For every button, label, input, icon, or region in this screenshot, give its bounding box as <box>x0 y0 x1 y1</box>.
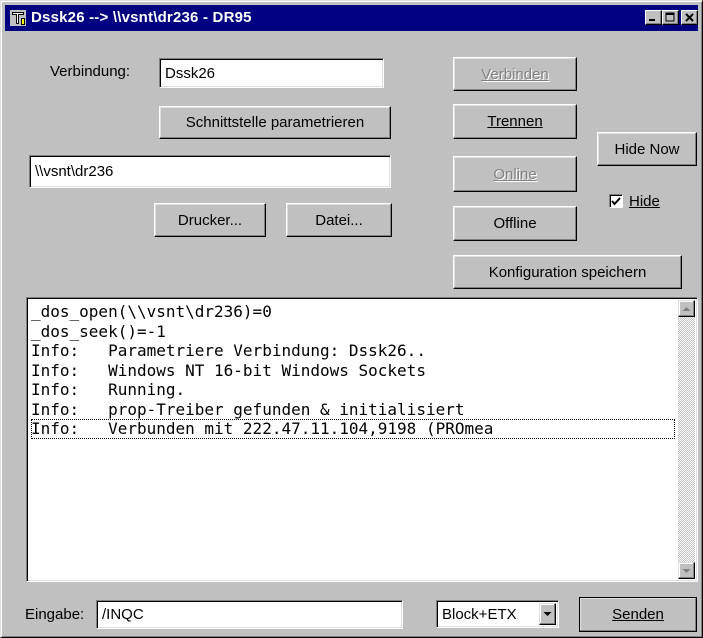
save-configuration-label: Konfiguration speichern <box>488 263 647 281</box>
eingabe-label-text: Eingabe: <box>25 606 85 623</box>
mode-select-dropdown-button[interactable] <box>539 603 556 625</box>
log-lines: _dos_open(\\vsnt\dr236)=0 _dos_seek()=-1… <box>31 302 675 439</box>
drucker-button[interactable]: Drucker... <box>154 203 266 237</box>
hide-checkbox-label[interactable]: Hide <box>629 193 660 210</box>
arrow-up-icon <box>682 306 691 311</box>
verbinden-button[interactable]: Verbinden <box>453 57 577 91</box>
parametrize-interface-button[interactable]: Schnittstelle parametrieren <box>159 106 391 139</box>
maximize-button[interactable] <box>662 10 679 25</box>
offline-label: Offline <box>493 215 537 232</box>
log-line: _dos_open(\\vsnt\dr236)=0 <box>31 302 272 321</box>
close-button[interactable] <box>681 10 698 25</box>
log-output[interactable]: _dos_open(\\vsnt\dr236)=0 _dos_seek()=-1… <box>26 297 698 582</box>
senden-button[interactable]: Senden <box>579 597 697 632</box>
senden-label: Senden <box>612 606 664 623</box>
scroll-down-button[interactable] <box>678 562 695 579</box>
close-icon <box>685 13 694 22</box>
scroll-up-button[interactable] <box>678 300 695 317</box>
trennen-button[interactable]: Trennen <box>453 104 577 139</box>
main-window: Dssk26 --> \\vsnt\dr236 - DR95 Verbindun… <box>0 0 703 638</box>
verbinden-label: Verbinden <box>481 65 549 83</box>
minimize-icon <box>649 19 655 21</box>
online-label: Online <box>493 165 537 183</box>
eingabe-label: Eingabe: <box>25 606 84 623</box>
hide-checkbox[interactable] <box>609 194 623 208</box>
log-line-selected[interactable]: Info: Verbunden mit 222.47.11.104,9198 (… <box>31 419 675 439</box>
verbindung-input[interactable] <box>159 58 384 88</box>
log-line: _dos_seek()=-1 <box>31 321 166 341</box>
minimize-button[interactable] <box>645 10 662 25</box>
mode-select[interactable]: Block+ETX <box>436 600 559 628</box>
trennen-label: Trennen <box>487 113 543 130</box>
window-title: Dssk26 --> \\vsnt\dr236 - DR95 <box>31 9 252 26</box>
parametrize-interface-label: Schnittstelle parametrieren <box>185 114 365 131</box>
log-line: Info: prop-Treiber gefunden & initialisi… <box>31 399 465 419</box>
target-path-input[interactable] <box>29 155 391 188</box>
app-icon <box>10 10 26 26</box>
mode-select-value: Block+ETX <box>442 606 517 623</box>
title-bar[interactable]: Dssk26 --> \\vsnt\dr236 - DR95 <box>5 5 698 31</box>
checkmark-icon <box>611 197 621 206</box>
chevron-down-icon <box>543 612 552 616</box>
command-input[interactable] <box>96 600 403 629</box>
online-button[interactable]: Online <box>453 156 577 192</box>
save-configuration-button[interactable]: Konfiguration speichern <box>453 255 682 289</box>
hide-checkbox-text: Hide <box>629 193 660 210</box>
datei-label: Datei... <box>315 211 363 229</box>
maximize-icon <box>665 12 675 22</box>
log-scrollbar[interactable] <box>678 300 695 579</box>
datei-button[interactable]: Datei... <box>286 203 392 237</box>
hide-now-label: Hide Now <box>614 140 680 158</box>
verbindung-label: Verbindung: <box>50 63 131 80</box>
arrow-down-icon <box>682 568 691 573</box>
drucker-label: Drucker... <box>177 211 243 229</box>
log-line: Info: Windows NT 16-bit Windows Sockets <box>31 360 426 380</box>
log-line: Info: Parametriere Verbindung: Dssk26.. <box>31 341 426 360</box>
hide-now-button[interactable]: Hide Now <box>597 132 697 166</box>
offline-button[interactable]: Offline <box>453 206 577 241</box>
log-line: Info: Running. <box>31 380 186 399</box>
